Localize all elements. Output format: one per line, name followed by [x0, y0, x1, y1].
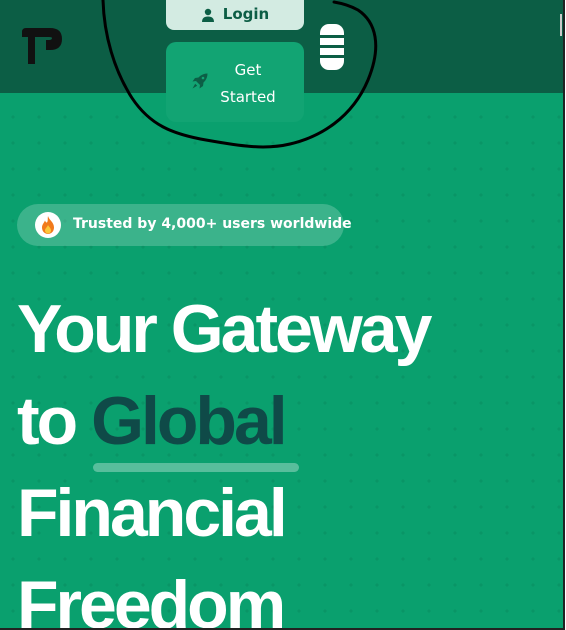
menu-bar-top [320, 35, 344, 38]
hero-headline: Your Gateway to Global Financial Freedom [17, 283, 432, 630]
brand-logo-icon[interactable] [20, 26, 64, 66]
get-started-button[interactable]: Get Started [166, 42, 304, 122]
hamburger-menu-button[interactable] [320, 24, 344, 70]
fire-icon-circle [35, 212, 61, 238]
menu-bar-middle [320, 45, 344, 48]
headline-accent-word: Global [91, 383, 288, 459]
trust-badge-text: Trusted by 4,000+ users worldwide [73, 216, 352, 232]
login-label: Login [222, 5, 270, 23]
get-started-line-2: Started [220, 88, 276, 106]
headline-line-3: Financial [17, 475, 288, 551]
trust-badge: Trusted by 4,000+ users worldwide [17, 204, 352, 246]
headline-line-4: Freedom [17, 567, 286, 630]
headline-line-2: to Global [17, 375, 429, 467]
get-started-line-1: Get [234, 61, 262, 79]
menu-bar-bottom [320, 55, 344, 58]
get-started-label: Get Started [212, 57, 284, 111]
accent-underline [93, 463, 299, 472]
fire-icon [42, 216, 54, 234]
headline-line-1: Your Gateway [17, 291, 432, 367]
scrollbar-thumb[interactable] [560, 14, 562, 36]
top-navbar: Login Get Started [0, 0, 563, 122]
login-button[interactable]: Login [166, 0, 304, 30]
rocket-icon [192, 73, 208, 89]
user-icon [201, 8, 214, 22]
headline-to-word: to [17, 383, 78, 459]
browser-viewport: Login Get Started Trusted by 4,000+ user… [0, 0, 565, 630]
